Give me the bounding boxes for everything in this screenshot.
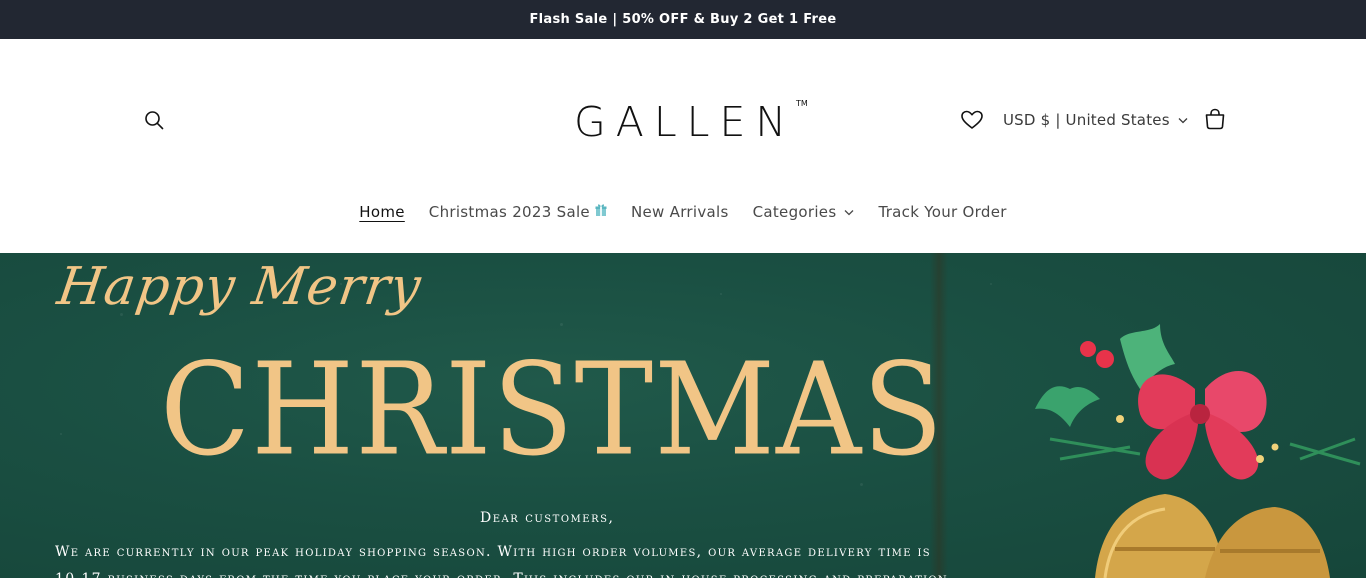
chevron-down-icon — [844, 209, 854, 215]
gift-icon — [595, 203, 607, 221]
nav-item-track-order[interactable]: Track Your Order — [866, 197, 1018, 227]
announcement-text: Flash Sale | 50% OFF & Buy 2 Get 1 Free — [529, 12, 837, 27]
cart-icon[interactable] — [1201, 105, 1229, 133]
search-icon[interactable] — [140, 106, 168, 134]
nav-item-label: Home — [359, 203, 405, 221]
announcement-bar: Flash Sale | 50% OFF & Buy 2 Get 1 Free — [0, 0, 1366, 39]
heart-icon[interactable] — [958, 106, 986, 134]
nav-item-christmas-sale[interactable]: Christmas 2023 Sale — [417, 197, 619, 227]
christmas-bells-poinsettia-icon — [1035, 324, 1361, 578]
site-header: GALLEN TM USD $ | United States Home Chr… — [0, 39, 1366, 253]
hero-banner[interactable]: Happy Merry CHRISTMAS Dear customers, We… — [0, 253, 1366, 578]
nav-item-label: Categories — [752, 203, 837, 221]
nav-item-categories[interactable]: Categories — [741, 197, 867, 227]
nav-item-label: New Arrivals — [630, 203, 729, 221]
nav-item-new-arrivals[interactable]: New Arrivals — [619, 197, 741, 227]
currency-selector[interactable]: USD $ | United States — [1003, 106, 1188, 134]
nav-item-label: Christmas 2023 Sale — [428, 203, 590, 221]
main-nav: Home Christmas 2023 Sale New Arrivals Ca… — [0, 197, 1366, 227]
hero-script-title: Happy Merry — [53, 257, 426, 317]
hero-body-line: We are currently in our peak holiday sho… — [55, 544, 931, 560]
logo-trademark: TM — [796, 99, 808, 108]
hero-greeting: Dear customers, — [480, 510, 615, 526]
logo-text: GALLEN — [574, 98, 797, 146]
logo[interactable]: GALLEN TM — [574, 95, 814, 149]
nav-item-home[interactable]: Home — [347, 197, 417, 227]
hero-title: CHRISTMAS — [160, 334, 945, 484]
nav-item-label: Track Your Order — [878, 203, 1007, 221]
currency-label: USD $ | United States — [1003, 111, 1170, 129]
chevron-down-icon — [1178, 117, 1188, 123]
hero-body-line: 10-17 business days from the time you pl… — [55, 566, 1035, 578]
hero-body-text: We are currently in our peak holiday sho… — [55, 539, 1035, 578]
